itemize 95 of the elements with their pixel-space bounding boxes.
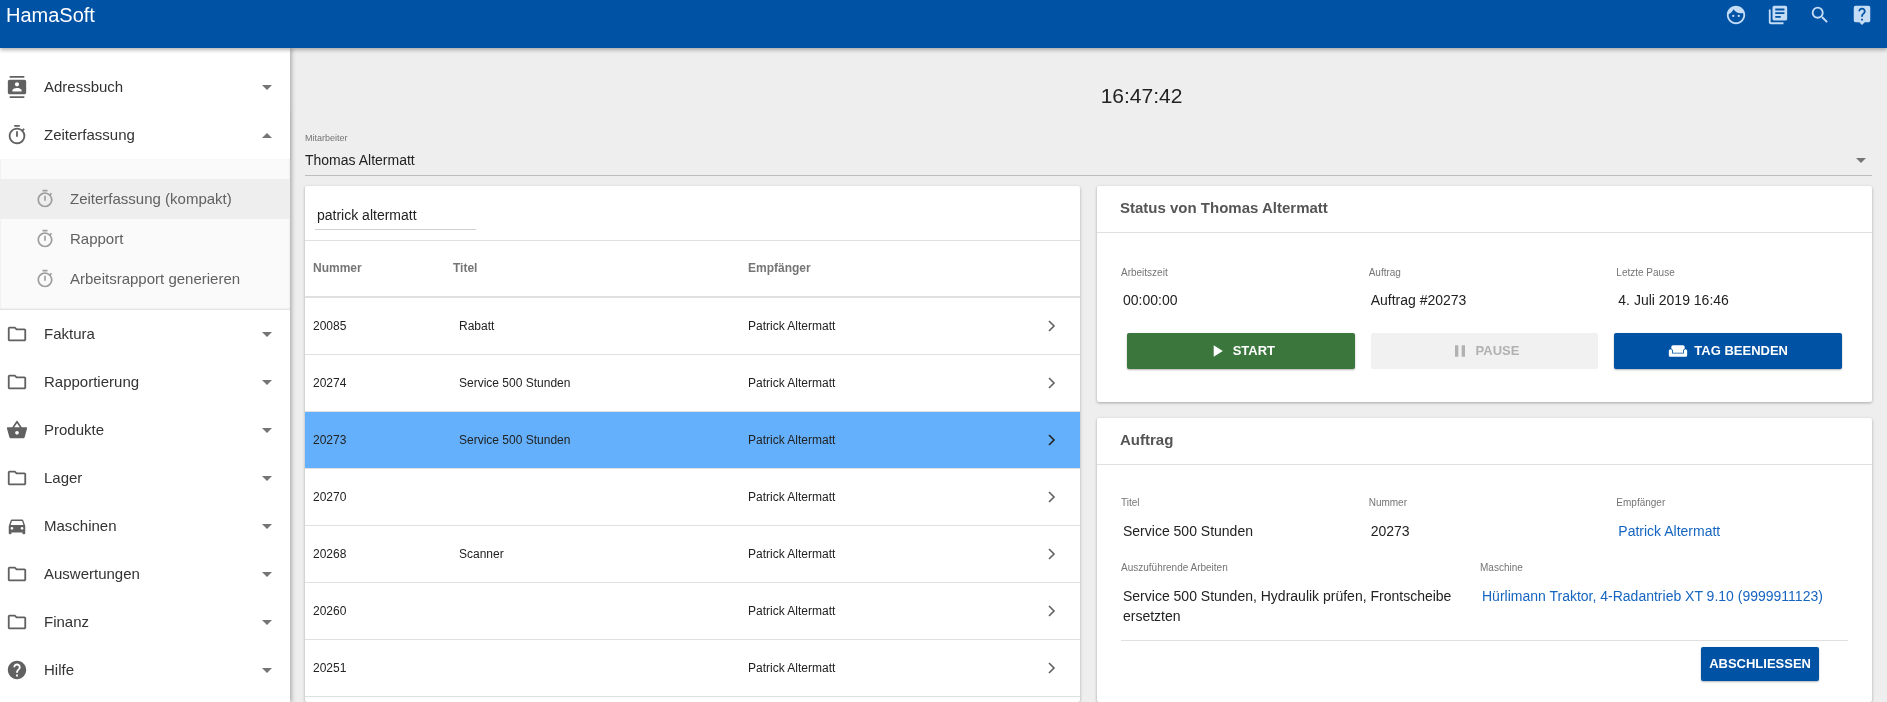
- sidebar-item[interactable]: Zeiterfassung: [0, 111, 290, 159]
- app-title: HamaSoft: [6, 3, 95, 28]
- table-cell-text: 20260: [313, 602, 347, 620]
- card-title: Status von Thomas Altermatt: [1120, 198, 1328, 219]
- field-value: 00:00:00: [1123, 290, 1178, 310]
- basket-icon: [6, 419, 28, 441]
- employee-select[interactable]: Mitarbeiter Thomas Altermatt: [305, 132, 1872, 176]
- clock-time: 16:47:42: [1100, 83, 1183, 110]
- column-header: Nummer: [313, 260, 362, 277]
- caret-down-icon: [262, 619, 272, 625]
- table-cell-text: Patrick Altermatt: [748, 431, 836, 449]
- face-icon[interactable]: [1725, 4, 1747, 26]
- table-cell-text: Service 500 Stunden: [458, 374, 571, 392]
- table-row[interactable]: 20251 Patrick Altermatt: [305, 639, 1080, 697]
- table-cell-text: Patrick Altermatt: [748, 602, 836, 620]
- books-icon[interactable]: [1767, 4, 1789, 26]
- chevron-right-icon: [1048, 433, 1056, 446]
- end-button[interactable]: TAG BEENDEN: [1614, 332, 1842, 369]
- table-cell-text: Scanner: [458, 545, 504, 563]
- help-icon: [6, 659, 28, 681]
- field-label: Empfänger: [1616, 495, 1666, 510]
- chevron-right-icon: [1048, 547, 1056, 560]
- caret-down-icon: [262, 667, 272, 673]
- sidebar-item[interactable]: Adressbuch: [0, 63, 290, 111]
- sidebar-item[interactable]: Auswertungen: [0, 550, 290, 598]
- chevron-right-icon: [1048, 661, 1056, 674]
- sidebar-item[interactable]: Lager: [0, 454, 290, 502]
- field-value: 20273: [1370, 521, 1410, 541]
- table-row[interactable]: 20268 Scanner Patrick Altermatt: [305, 525, 1080, 583]
- field-label: Nummer: [1368, 495, 1407, 510]
- table-cell-text: 20273: [313, 431, 347, 449]
- sidebar-item[interactable]: Faktura: [0, 310, 290, 358]
- chevron-right-icon: [1048, 376, 1056, 389]
- field-label: Arbeitszeit: [1121, 265, 1168, 280]
- column-header: Empfänger: [748, 260, 811, 277]
- caret-down-icon: [262, 84, 272, 90]
- sidebar-item[interactable]: Finanz: [0, 598, 290, 646]
- timer-icon: [6, 124, 28, 146]
- field-label: Auszuführende Arbeiten: [1121, 560, 1228, 575]
- field-link[interactable]: Patrick Altermatt: [1618, 520, 1721, 542]
- sidebar-item[interactable]: Hilfe: [0, 646, 290, 694]
- table-cell-text: Rabatt: [458, 317, 495, 335]
- caret-down-icon: [1856, 157, 1866, 163]
- search-field[interactable]: patrick altermatt: [315, 204, 476, 230]
- column-header: Titel: [453, 260, 478, 277]
- field-value: 4. Juli 2019 16:46: [1618, 290, 1729, 310]
- caret-down-icon: [262, 331, 272, 337]
- caret-up-icon: [262, 132, 272, 138]
- field-value: Service 500 Stunden, Hydraulik prüfen, Frontscheibe ersetzten: [1123, 586, 1453, 626]
- table-cell-text: 20274: [313, 374, 347, 392]
- table-row[interactable]: 20273 Service 500 Stunden Patrick Altermatt: [305, 411, 1080, 469]
- field-label: Auftrag: [1368, 265, 1401, 280]
- table-cell-text: Patrick Altermatt: [748, 659, 836, 677]
- sidebar-item[interactable]: Rapportierung: [0, 358, 290, 406]
- caret-down-icon: [262, 571, 272, 577]
- card-title: Auftrag: [1120, 430, 1174, 451]
- caret-down-icon: [262, 523, 272, 529]
- caret-down-icon: [262, 475, 272, 481]
- table-row[interactable]: 20260 Patrick Altermatt: [305, 582, 1080, 640]
- table-cell-text: 20270: [313, 488, 347, 506]
- field-value: Service 500 Stunden: [1123, 521, 1253, 541]
- table-row[interactable]: 20085 Rabatt Patrick Altermatt: [305, 297, 1080, 355]
- sidebar-subitem[interactable]: Rapport: [0, 219, 290, 259]
- field-link[interactable]: Hürlimann Traktor, 4-Radantrieb XT 9.10 (9999911123): [1482, 585, 1823, 607]
- sidebar-subitem[interactable]: Arbeitsrapport generieren: [0, 259, 290, 299]
- sidebar-subitem[interactable]: Zeiterfassung (kompakt): [0, 179, 290, 219]
- table-cell-text: Patrick Altermatt: [748, 374, 836, 392]
- table-cell-text: 20251: [313, 659, 347, 677]
- chevron-right-icon: [1048, 604, 1056, 617]
- timer-icon: [35, 269, 55, 289]
- table-row[interactable]: 20274 Service 500 Stunden Patrick Altermatt: [305, 354, 1080, 412]
- help-icon[interactable]: [1851, 4, 1873, 26]
- caret-down-icon: [262, 379, 272, 385]
- field-label: Titel: [1121, 495, 1140, 510]
- table-cell-text: 20268: [313, 545, 347, 563]
- field-value: Auftrag #20273: [1370, 290, 1467, 310]
- timer-icon: [35, 189, 55, 209]
- close-order-button[interactable]: ABSCHLIESSEN: [1701, 646, 1819, 681]
- caret-down-icon: [262, 427, 272, 433]
- timer-icon: [35, 229, 55, 249]
- field-label: Maschine: [1480, 560, 1523, 575]
- contacts-icon: [6, 76, 28, 98]
- field-label: Letzte Pause: [1616, 265, 1675, 280]
- table-cell-text: 20085: [313, 317, 347, 335]
- table-cell-text: Patrick Altermatt: [748, 317, 836, 335]
- table-cell-text: Patrick Altermatt: [748, 545, 836, 563]
- table-cell-text: Patrick Altermatt: [748, 488, 836, 506]
- table-cell-text: Service 500 Stunden: [458, 431, 571, 449]
- sidebar-item[interactable]: Produkte: [0, 406, 290, 454]
- chevron-right-icon: [1048, 319, 1056, 332]
- search-icon[interactable]: [1809, 4, 1831, 26]
- table-row[interactable]: 20270 Patrick Altermatt: [305, 468, 1080, 526]
- start-button[interactable]: START: [1127, 332, 1355, 369]
- chevron-right-icon: [1048, 490, 1056, 503]
- sidebar-item[interactable]: Maschinen: [0, 502, 290, 550]
